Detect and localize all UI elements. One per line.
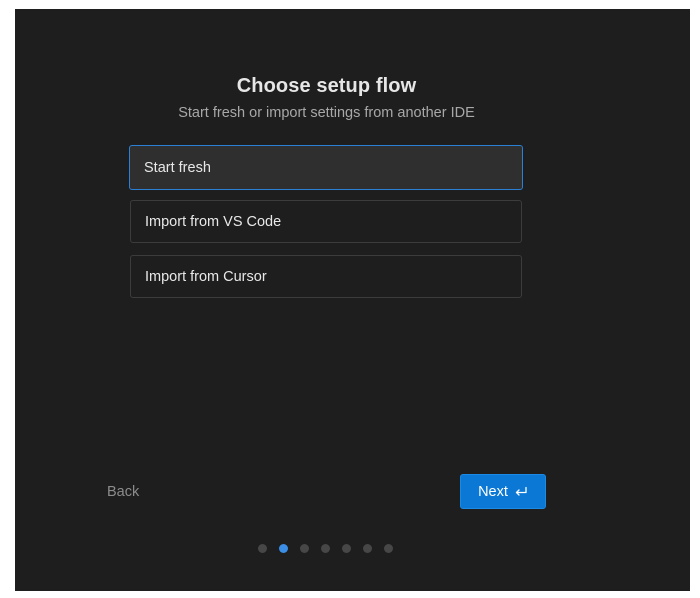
step-dot xyxy=(384,544,393,553)
page-title: Choose setup flow xyxy=(236,75,417,97)
step-dot xyxy=(321,544,330,553)
step-indicator xyxy=(258,544,393,553)
step-dot xyxy=(300,544,309,553)
setup-dialog: Choose setup flow Start fresh or import … xyxy=(15,9,690,591)
step-dot xyxy=(363,544,372,553)
option-label: Import from VS Code xyxy=(145,213,282,230)
option-start-fresh[interactable]: Start fresh xyxy=(129,145,523,190)
step-dot xyxy=(342,544,351,553)
step-dot xyxy=(258,544,267,553)
next-button[interactable]: Next xyxy=(460,474,546,509)
next-button-label: Next xyxy=(478,483,508,500)
step-dot-active xyxy=(279,544,288,553)
enter-key-icon xyxy=(514,486,528,498)
option-label: Import from Cursor xyxy=(145,268,267,285)
option-import-vscode[interactable]: Import from VS Code xyxy=(130,200,522,243)
option-import-cursor[interactable]: Import from Cursor xyxy=(130,255,522,298)
page-subtitle: Start fresh or import settings from anot… xyxy=(178,105,475,121)
back-button[interactable]: Back xyxy=(107,484,139,500)
option-label: Start fresh xyxy=(144,159,211,176)
